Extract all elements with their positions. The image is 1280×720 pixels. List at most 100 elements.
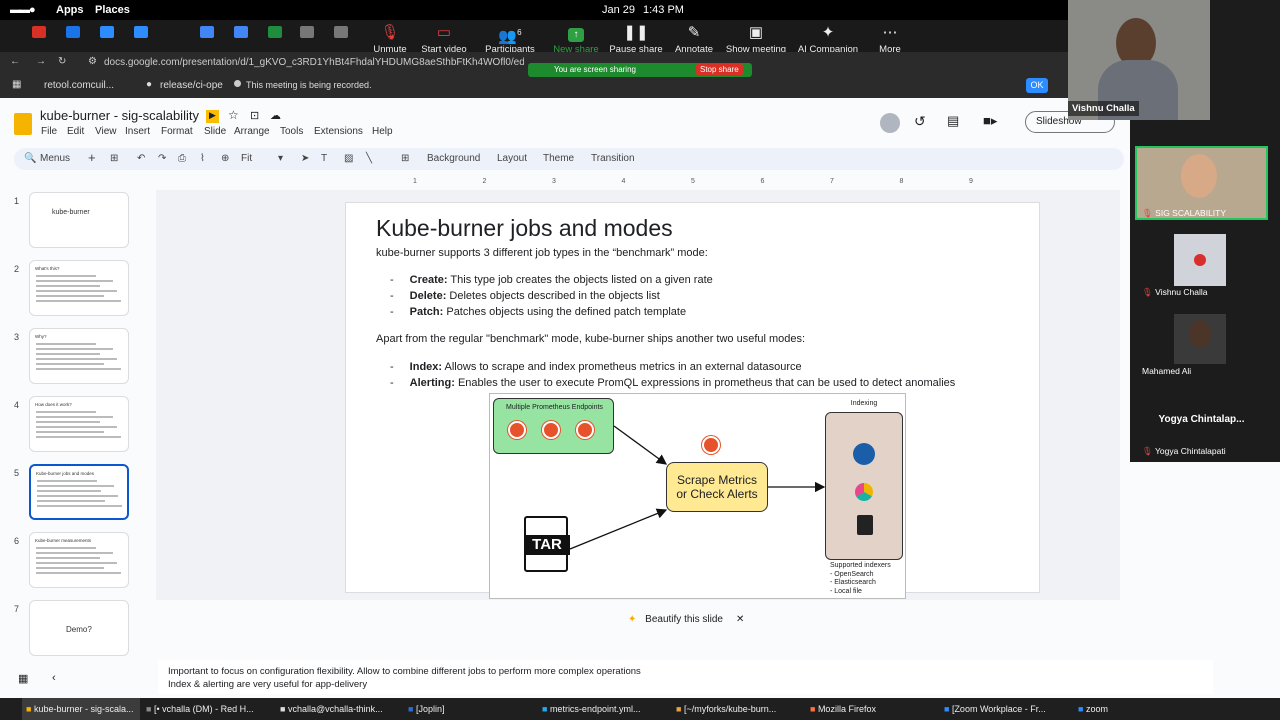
tab-icon[interactable] xyxy=(66,26,80,38)
apart-text[interactable]: Apart from the regular "benchmark" mode,… xyxy=(376,333,805,345)
bookmark-release[interactable]: release/ci-ope xyxy=(160,80,223,91)
mode-bullet[interactable]: - Index: Allows to scrape and index prome… xyxy=(390,361,802,373)
undo-icon[interactable]: ↶ xyxy=(137,153,145,164)
comment-icon[interactable]: ▤ xyxy=(947,113,959,129)
more-button[interactable]: ⋯ More xyxy=(855,22,925,55)
cloud-status-icon[interactable]: ☁ xyxy=(270,109,281,122)
comment-add-icon[interactable]: ⊞ xyxy=(401,153,409,164)
star-icon[interactable]: ☆ xyxy=(228,108,239,122)
layout-button[interactable]: Layout xyxy=(497,153,527,164)
collapse-panel-icon[interactable]: ‹ xyxy=(52,672,56,684)
slide-thumbnail-1[interactable]: kube-burner xyxy=(29,192,129,248)
tab-icon[interactable] xyxy=(32,26,46,38)
taskbar-item[interactable]: ■ kube-burner - sig-scala... xyxy=(22,698,140,720)
intro-text[interactable]: kube-burner supports 3 different job typ… xyxy=(376,247,708,259)
places-menu[interactable]: Places xyxy=(95,4,130,16)
job-bullet[interactable]: - Delete: Deletes objects described in th… xyxy=(390,290,660,302)
slide-thumbnail-2[interactable]: What's this? xyxy=(29,260,129,316)
select-tool-icon[interactable]: ➤ xyxy=(301,153,309,164)
print-icon[interactable]: ⎙ xyxy=(178,153,186,164)
zoom-extension-icon[interactable]: ▶ xyxy=(206,110,219,123)
slide-thumbnail-7[interactable]: Demo? xyxy=(29,600,129,656)
slide-thumbnail-3[interactable]: Why? xyxy=(29,328,129,384)
taskbar-item[interactable]: ■ metrics-endpoint.yml... xyxy=(538,698,670,720)
new-slide-layout-icon[interactable]: ⊞ xyxy=(110,153,118,164)
tab-icon[interactable] xyxy=(268,26,282,38)
slide-thumbnail-4[interactable]: How does it work? xyxy=(29,396,129,452)
taskbar-item[interactable]: ■ zoom xyxy=(1074,698,1134,720)
slide-title[interactable]: Kube-burner jobs and modes xyxy=(376,215,673,242)
participants-button[interactable]: 👥6 Participants xyxy=(475,22,545,55)
search-icon[interactable]: 🔍 xyxy=(24,153,36,164)
mode-bullet[interactable]: - Alerting: Enables the user to execute P… xyxy=(390,377,955,389)
theme-button[interactable]: Theme xyxy=(543,153,574,164)
ai-companion-button[interactable]: ✦ AI Companion xyxy=(793,22,863,55)
menu-slide[interactable]: Slide xyxy=(204,126,226,137)
beautify-chip[interactable]: ✦ Beautify this slide ✕ xyxy=(628,614,748,632)
clock-date[interactable]: Jan 29 xyxy=(602,4,635,16)
activities-icon[interactable]: ▬▬ ● xyxy=(10,4,36,16)
tab-icon[interactable] xyxy=(300,26,314,38)
tab-icon[interactable] xyxy=(134,26,148,38)
slide-thumbnail-6[interactable]: Kube-burner measurements xyxy=(29,532,129,588)
zoom-select[interactable]: Fit xyxy=(241,153,252,164)
menu-tools[interactable]: Tools xyxy=(280,126,303,137)
image-icon[interactable]: ▨ xyxy=(344,153,353,164)
slide-thumbnail-5[interactable]: Kube-burner jobs and modes xyxy=(29,464,129,520)
taskbar-item[interactable]: ■ vchalla@vchalla-think... xyxy=(276,698,402,720)
line-icon[interactable]: ╲ xyxy=(366,153,372,164)
slide-canvas[interactable]: Kube-burner jobs and modes kube-burner s… xyxy=(345,202,1040,599)
menu-insert[interactable]: Insert xyxy=(125,126,150,137)
grid-view-icon[interactable]: ▦ xyxy=(18,672,28,685)
new-slide-icon[interactable]: + xyxy=(88,150,96,165)
tab-icon[interactable] xyxy=(334,26,348,38)
paint-format-icon[interactable]: ⌇ xyxy=(200,153,205,164)
slides-logo-icon[interactable] xyxy=(14,113,32,135)
chevron-down-icon[interactable]: ▾ xyxy=(278,153,283,164)
site-info-icon[interactable]: ⚙ xyxy=(88,56,97,67)
show-meeting-button[interactable]: ▣ Show meeting xyxy=(721,22,791,55)
move-folder-icon[interactable]: ⊡ xyxy=(250,109,259,122)
menu-arrange[interactable]: Arrange xyxy=(234,126,270,137)
back-icon[interactable]: ← xyxy=(10,56,20,67)
clock-time[interactable]: 1:43 PM xyxy=(643,4,684,16)
menu-file[interactable]: File xyxy=(41,126,57,137)
bookmark-retool[interactable]: retool.comcuil... xyxy=(44,80,114,91)
menus-search[interactable]: Menus xyxy=(40,153,70,164)
speaker-notes[interactable]: Important to focus on configuration flex… xyxy=(158,660,1213,694)
menu-format[interactable]: Format xyxy=(161,126,193,137)
tab-icon[interactable] xyxy=(100,26,114,38)
ok-button[interactable]: OK xyxy=(1026,78,1048,93)
menu-extensions[interactable]: Extensions xyxy=(314,126,363,137)
job-bullet[interactable]: - Create: This type job creates the objec… xyxy=(390,274,713,286)
taskbar-item[interactable]: ■ [• vchalla (DM) - Red H... xyxy=(142,698,274,720)
taskbar-item[interactable]: ■ [Joplin] xyxy=(404,698,536,720)
text-box-icon[interactable]: T xyxy=(321,153,327,164)
taskbar-item[interactable]: ■ Mozilla Firefox xyxy=(806,698,938,720)
tab-icon[interactable] xyxy=(200,26,214,38)
close-icon[interactable]: ✕ xyxy=(736,614,744,625)
document-title[interactable]: kube-burner - sig-scalability xyxy=(40,108,199,123)
menu-view[interactable]: View xyxy=(95,126,117,137)
active-speaker-video[interactable]: Vishnu Challa xyxy=(1068,0,1210,120)
apps-grid-icon[interactable]: ▦ xyxy=(12,79,21,90)
zoom-icon[interactable]: ⊕ xyxy=(221,153,229,164)
reload-icon[interactable]: ↻ xyxy=(58,56,66,67)
url-field[interactable]: docs.google.com/presentation/d/1_gKVO_c3… xyxy=(104,57,524,68)
avatar[interactable] xyxy=(880,113,900,133)
transition-button[interactable]: Transition xyxy=(591,153,635,164)
taskbar-item[interactable]: ■ [Zoom Workplace - Fr... xyxy=(940,698,1072,720)
architecture-diagram[interactable]: Multiple Prometheus Endpoints Scrape Met… xyxy=(489,393,906,599)
annotate-button[interactable]: ✎ Annotate xyxy=(659,22,729,55)
taskbar-item[interactable]: ■ [~/myforks/kube-burn... xyxy=(672,698,804,720)
history-icon[interactable]: ↺ xyxy=(914,113,926,130)
forward-icon[interactable]: → xyxy=(36,56,46,67)
start-video-button[interactable]: ▭ Start video xyxy=(409,22,479,55)
apps-menu[interactable]: Apps xyxy=(56,4,84,16)
redo-icon[interactable]: ↷ xyxy=(158,153,166,164)
menu-edit[interactable]: Edit xyxy=(67,126,84,137)
background-button[interactable]: Background xyxy=(427,153,480,164)
tab-icon[interactable] xyxy=(234,26,248,38)
job-bullet[interactable]: - Patch: Patches objects using the define… xyxy=(390,306,686,318)
menu-help[interactable]: Help xyxy=(372,126,393,137)
